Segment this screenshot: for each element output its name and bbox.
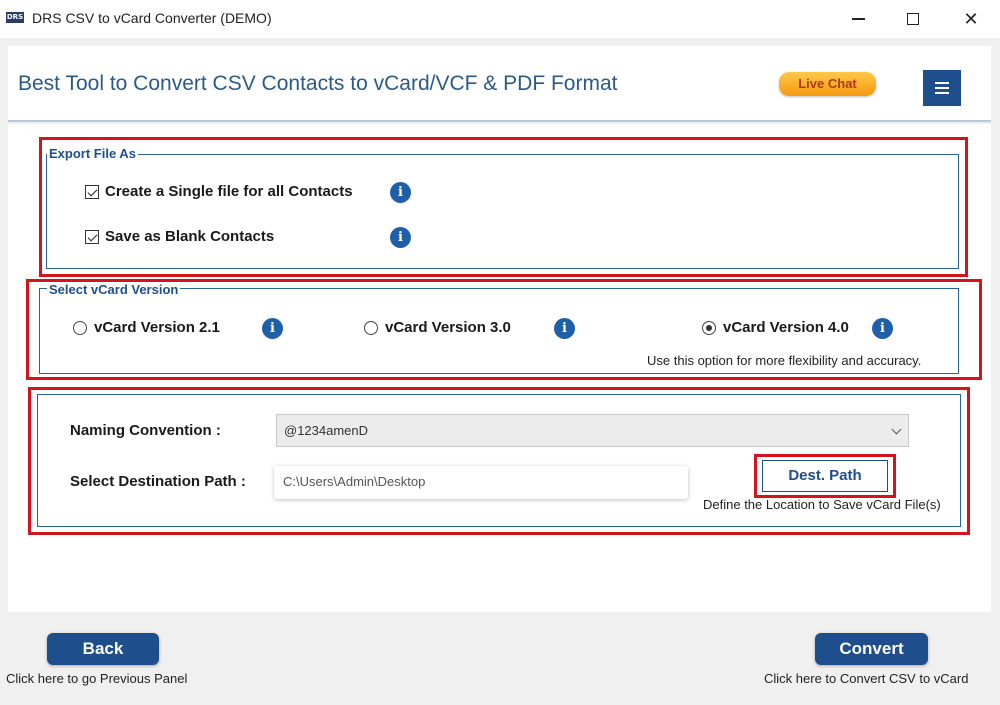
destination-path-input[interactable]: C:\Users\Admin\Desktop [274,466,688,499]
naming-convention-select[interactable]: @1234amenD [276,414,909,447]
naming-convention-label: Naming Convention : [70,422,221,439]
vcard-4-0-info-icon[interactable]: i [872,318,893,339]
minimize-button[interactable] [843,6,873,32]
live-chat-button[interactable]: Live Chat [779,72,876,96]
close-button[interactable]: ✕ [956,6,986,32]
blank-contacts-label[interactable]: Save as Blank Contacts [105,228,274,245]
dest-path-hint: Define the Location to Save vCard File(s… [703,497,941,512]
maximize-button[interactable] [898,6,928,32]
back-button[interactable]: Back [47,633,159,665]
single-file-info-icon[interactable]: i [390,182,411,203]
single-file-checkbox[interactable] [85,185,99,199]
maximize-icon [907,13,919,25]
back-hint: Click here to go Previous Panel [6,671,188,686]
single-file-label[interactable]: Create a Single file for all Contacts [105,183,353,200]
title-bar: DRS DRS CSV to vCard Converter (DEMO) ✕ [0,0,1000,38]
vcard-4-0-radio[interactable] [702,321,716,335]
vcard-3-0-radio[interactable] [364,321,378,335]
blank-contacts-info-icon[interactable]: i [390,227,411,248]
minimize-icon [851,18,865,20]
hamburger-menu-icon[interactable] [923,70,961,106]
window-title: DRS CSV to vCard Converter (DEMO) [32,10,272,26]
vcard-3-0-info-icon[interactable]: i [554,318,575,339]
vcard-legend: Select vCard Version [47,282,181,297]
naming-convention-value: @1234amenD [284,423,369,438]
destination-path-label: Select Destination Path : [70,473,246,490]
chevron-down-icon [891,424,902,435]
vcard-2-1-info-icon[interactable]: i [262,318,283,339]
vcard-2-1-radio[interactable] [73,321,87,335]
page-title: Best Tool to Convert CSV Contacts to vCa… [18,72,618,95]
vcard-3-0-label[interactable]: vCard Version 3.0 [385,319,511,336]
close-icon: ✕ [963,8,979,30]
app-header: Best Tool to Convert CSV Contacts to vCa… [8,46,991,122]
blank-contacts-checkbox[interactable] [85,230,99,244]
main-content: Export File As Create a Single file for … [8,124,991,612]
app-logo-icon: DRS [6,12,24,23]
vcard-4-0-label[interactable]: vCard Version 4.0 [723,319,849,336]
export-legend: Export File As [47,146,138,161]
export-group [46,154,959,269]
vcard-4-0-hint: Use this option for more flexibility and… [647,353,922,368]
convert-hint: Click here to Convert CSV to vCard [764,671,969,686]
convert-button[interactable]: Convert [815,633,928,665]
dest-path-button[interactable]: Dest. Path [762,460,888,492]
vcard-2-1-label[interactable]: vCard Version 2.1 [94,319,220,336]
